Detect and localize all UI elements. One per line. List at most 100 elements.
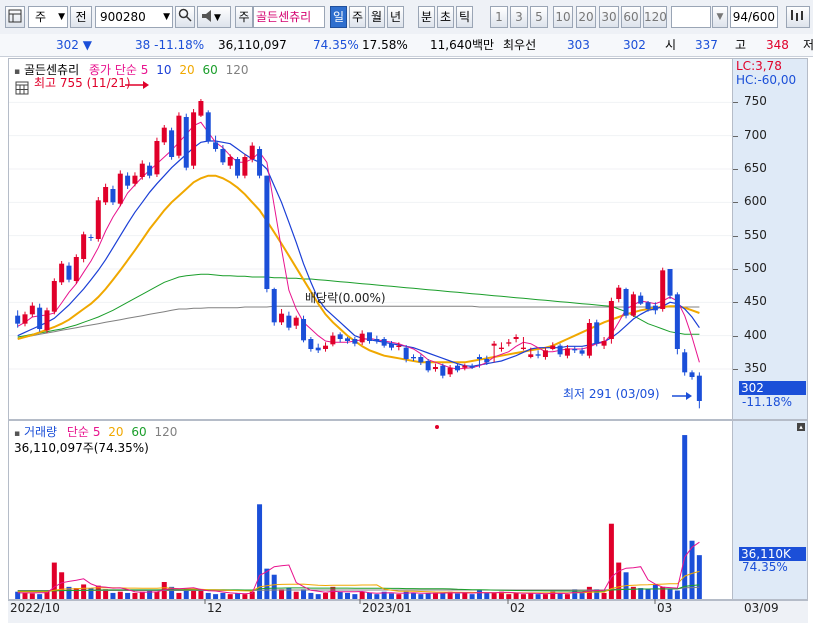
candle-body [257,149,263,176]
candle-body [660,270,666,309]
price-change: 38 -11.18% [135,38,205,52]
candle-body [352,339,358,344]
candle-body [51,281,57,312]
search-icon[interactable] [175,6,195,28]
period-day-tab[interactable]: 일 [330,6,347,28]
vol-ma120-label: 120 [154,425,178,439]
price-tick-mark [733,169,738,170]
candle-body [484,359,490,363]
high-label: 고 [735,38,747,52]
interval-10-button[interactable]: 10 [553,6,573,28]
current-price: 302 ▼ [56,38,92,52]
candle-body [44,310,50,331]
interval-30-button[interactable]: 30 [599,6,619,28]
candle-body [557,345,563,355]
volume-bar [682,435,688,599]
volume-bar [73,588,79,599]
candle-body [440,365,446,376]
candle-body [432,367,438,369]
low-label: 저 [803,38,813,52]
candle-body [293,317,299,326]
interval-5-button[interactable]: 5 [530,6,548,28]
candle-body [271,289,277,323]
volume-bar [638,588,644,599]
candle-body [308,339,314,349]
calendar-icon[interactable] [15,81,29,95]
volume-bar [81,584,87,599]
volume-bar [198,590,204,599]
prefix-button[interactable]: 전 [70,6,92,28]
count-value: 94 [732,10,749,24]
interval-1-button[interactable]: 1 [490,6,508,28]
current-price-pct: -11.18% [742,395,793,409]
volume-bar [59,572,65,599]
turnover-rate: 17.58% [362,38,408,52]
period-tick-tab[interactable]: 틱 [456,6,473,28]
volume-bar [330,586,336,599]
right-arrow-icon [672,392,692,400]
volume-bar [257,504,263,599]
price-tick-mark [733,369,738,370]
ma5-label: 5 [140,63,149,77]
candle-body [403,347,409,359]
candle-body [95,200,101,239]
candle-body [630,294,636,316]
count-input[interactable]: 94/600 [730,6,778,28]
volume-bar [616,562,622,599]
price-tick-label: 550 [744,227,767,242]
period-month-tab[interactable]: 월 [368,6,385,28]
candle-body [139,163,145,177]
candle-body [37,307,43,329]
price-tick-label: 350 [744,361,767,375]
signal-dot [435,425,439,429]
lc-value: LC:3,78 [736,59,782,73]
x-axis-ticks [204,599,656,604]
market-type-select[interactable]: 주 ▼ [28,6,68,28]
interval-input[interactable] [671,6,711,28]
candle-body [205,112,211,141]
legend-square-icon: ▪ [14,429,21,439]
candle-body [59,263,65,283]
sound-icon[interactable]: ▼ [197,6,231,28]
candle-body [330,335,336,345]
interval-120-button[interactable]: 120 [643,6,667,28]
candle-body [235,159,241,176]
price-tick-label: 450 [744,294,767,309]
candle-body [491,343,497,346]
candle-body [66,265,72,280]
price-tick-label: 500 [744,261,767,275]
interval-20-button[interactable]: 20 [576,6,596,28]
price-tick-mark [733,302,738,304]
candle-body [454,365,460,371]
interval-3-button[interactable]: 3 [510,6,528,28]
period-week-tab[interactable]: 주 [349,6,366,28]
panel-menu-icon[interactable]: ▴ [797,423,805,431]
candle-body [227,157,233,166]
chart-settings-icon[interactable] [786,6,810,28]
price-tick-mark [733,269,738,270]
period-minute-tab[interactable]: 분 [418,6,435,28]
dividend-marker: 배당락(0.00%) [305,291,386,305]
volume-bar [586,586,592,599]
candle-body [388,343,394,348]
period-year-tab[interactable]: 년 [387,6,404,28]
x-date-box: 03/09 [744,601,779,615]
price-chart-svg [9,99,732,409]
dropdown-arrow-icon: ▼ [163,12,170,22]
volume-bar [359,591,365,599]
interval-60-button[interactable]: 60 [621,6,641,28]
period-second-tab[interactable]: 초 [437,6,454,28]
candle-body [506,342,512,344]
legend-square-icon: ▪ [14,67,21,77]
interval-dropdown-icon[interactable]: ▼ [712,6,728,28]
candle-body [125,175,131,186]
candle-body [652,305,658,311]
vol-ma20-label: 20 [108,425,124,439]
down-arrow-icon: ▼ [82,38,92,52]
chart-layout-icon[interactable] [5,6,25,28]
candle-body [367,332,373,341]
vol-ma60-label: 60 [131,425,147,439]
stock-code-input[interactable]: 900280 ▼ [95,6,173,28]
svg-text:▼: ▼ [214,13,221,23]
candle-body [594,322,600,344]
